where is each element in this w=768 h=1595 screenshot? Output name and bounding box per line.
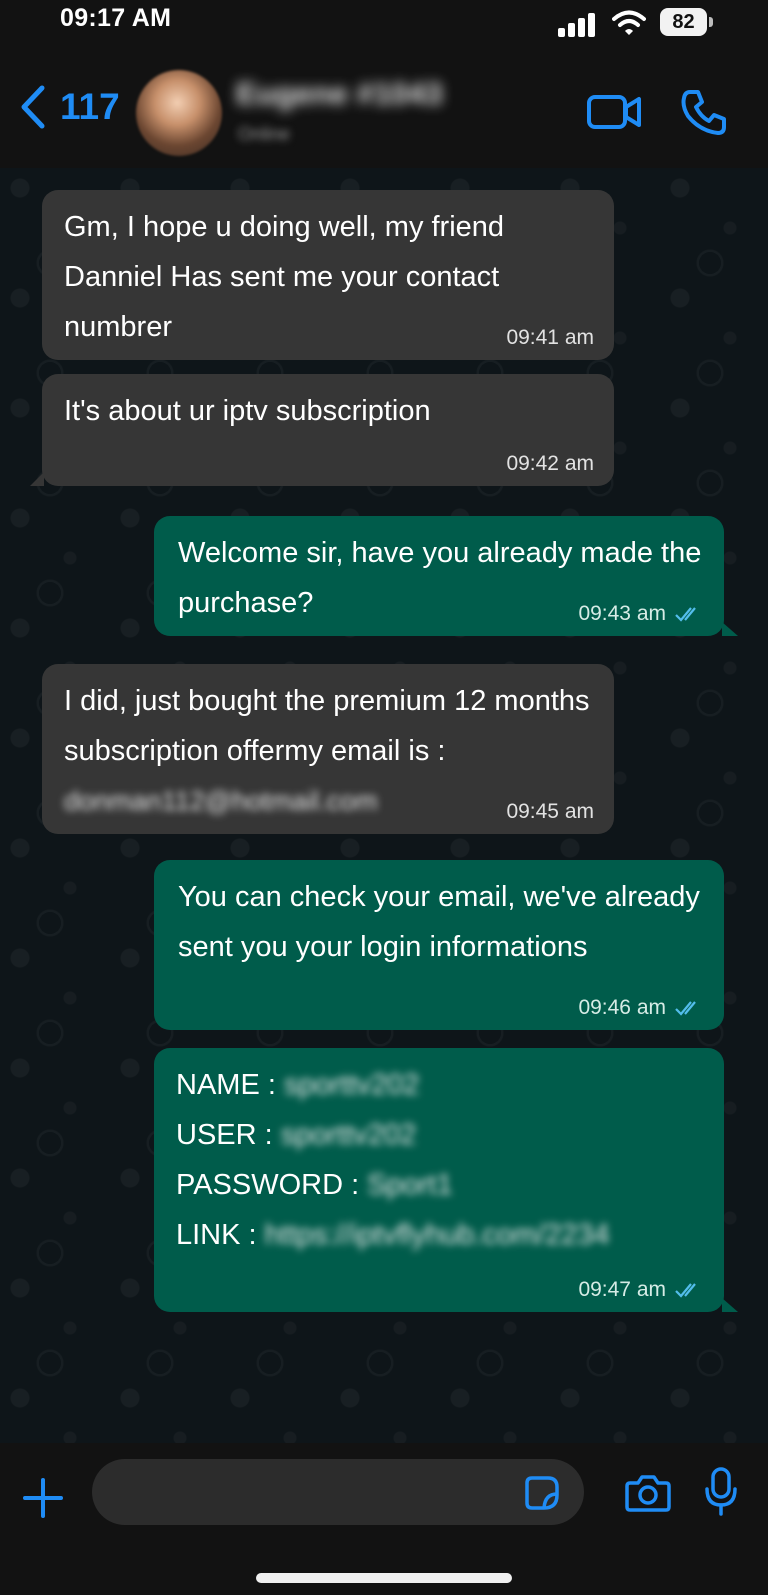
status-bar: 09:17 AM 82 bbox=[0, 0, 768, 50]
chat-area[interactable]: Gm, I hope u doing well, my friend Danni… bbox=[0, 168, 768, 1443]
field-label: NAME : bbox=[176, 1069, 276, 1101]
phone-icon[interactable] bbox=[680, 88, 728, 136]
message-outgoing[interactable]: NAME : sporttv202 USER : sporttv202 PASS… bbox=[154, 1048, 738, 1312]
contact-name[interactable]: Eugene #1043 bbox=[236, 76, 443, 112]
contact-avatar[interactable] bbox=[136, 70, 222, 156]
unread-count: 117 bbox=[60, 86, 120, 127]
message-incoming[interactable]: It's about ur iptv subscription 09:42 am bbox=[30, 374, 614, 486]
message-outgoing[interactable]: You can check your email, we've already … bbox=[154, 860, 724, 1030]
message-time-wrap: 09:47 am bbox=[578, 1276, 704, 1304]
login-field-user: USER : sporttv202 bbox=[176, 1110, 706, 1160]
login-field-link: LINK : https://iptvflyhub.com/2234 bbox=[176, 1210, 706, 1260]
field-label: PASSWORD : bbox=[176, 1169, 360, 1201]
message-time: 09:41 am bbox=[506, 326, 594, 349]
wifi-icon bbox=[612, 10, 646, 35]
message-incoming[interactable]: I did, just bought the premium 12 months… bbox=[42, 664, 614, 834]
home-indicator bbox=[256, 1573, 512, 1583]
video-call-icon[interactable] bbox=[586, 92, 642, 132]
message-text: I did, just bought the premium 12 months… bbox=[64, 685, 590, 767]
back-chevron-icon bbox=[21, 85, 45, 129]
field-label: USER : bbox=[176, 1119, 273, 1151]
bubble-tail bbox=[722, 1298, 738, 1312]
login-field-password: PASSWORD : Sport1 bbox=[176, 1160, 706, 1210]
camera-icon[interactable] bbox=[624, 1473, 672, 1513]
battery-level: 82 bbox=[660, 8, 707, 36]
message-time: 09:46 am bbox=[578, 996, 666, 1019]
status-time: 09:17 AM bbox=[60, 4, 172, 32]
message-time-wrap: 09:46 am bbox=[578, 994, 704, 1022]
battery-icon: 82 bbox=[660, 8, 714, 36]
message-text: It's about ur iptv subscription bbox=[64, 395, 431, 427]
double-check-icon bbox=[675, 1283, 696, 1298]
message-time: 09:45 am bbox=[506, 800, 594, 823]
field-label: LINK : bbox=[176, 1219, 257, 1251]
message-time-wrap: 09:45 am bbox=[506, 798, 594, 826]
compose-bar bbox=[0, 1443, 768, 1595]
message-text: You can check your email, we've already … bbox=[178, 881, 700, 963]
double-check-icon bbox=[675, 1001, 696, 1016]
field-link[interactable]: https://iptvflyhub.com/2234 bbox=[265, 1219, 610, 1251]
message-outgoing[interactable]: Welcome sir, have you already made the p… bbox=[154, 516, 738, 636]
message-email[interactable]: donman112@hotmail.com bbox=[64, 776, 444, 826]
microphone-icon[interactable] bbox=[704, 1467, 738, 1517]
message-time: 09:42 am bbox=[506, 452, 594, 475]
bubble-tail bbox=[722, 622, 738, 636]
bubble-tail bbox=[30, 472, 44, 486]
contact-status: Online bbox=[238, 124, 291, 144]
back-button[interactable]: 117 bbox=[18, 82, 120, 132]
message-time: 09:43 am bbox=[578, 602, 666, 625]
message-time-wrap: 09:42 am bbox=[506, 450, 594, 478]
field-value: sporttv202 bbox=[283, 1069, 420, 1101]
cellular-signal-icon bbox=[558, 13, 595, 37]
field-value: sporttv202 bbox=[280, 1119, 417, 1151]
login-field-name: NAME : sporttv202 bbox=[176, 1060, 706, 1110]
message-time-wrap: 09:41 am bbox=[506, 324, 594, 352]
message-time-wrap: 09:43 am bbox=[578, 600, 704, 628]
chat-header: 117 Eugene #1043 Online bbox=[0, 50, 768, 168]
sticker-icon[interactable] bbox=[524, 1475, 560, 1511]
message-input[interactable] bbox=[92, 1459, 584, 1525]
message-time: 09:47 am bbox=[578, 1278, 666, 1301]
field-value: Sport1 bbox=[367, 1169, 453, 1201]
plus-icon[interactable] bbox=[22, 1477, 64, 1519]
double-check-icon bbox=[675, 607, 696, 622]
message-incoming[interactable]: Gm, I hope u doing well, my friend Danni… bbox=[42, 190, 614, 360]
